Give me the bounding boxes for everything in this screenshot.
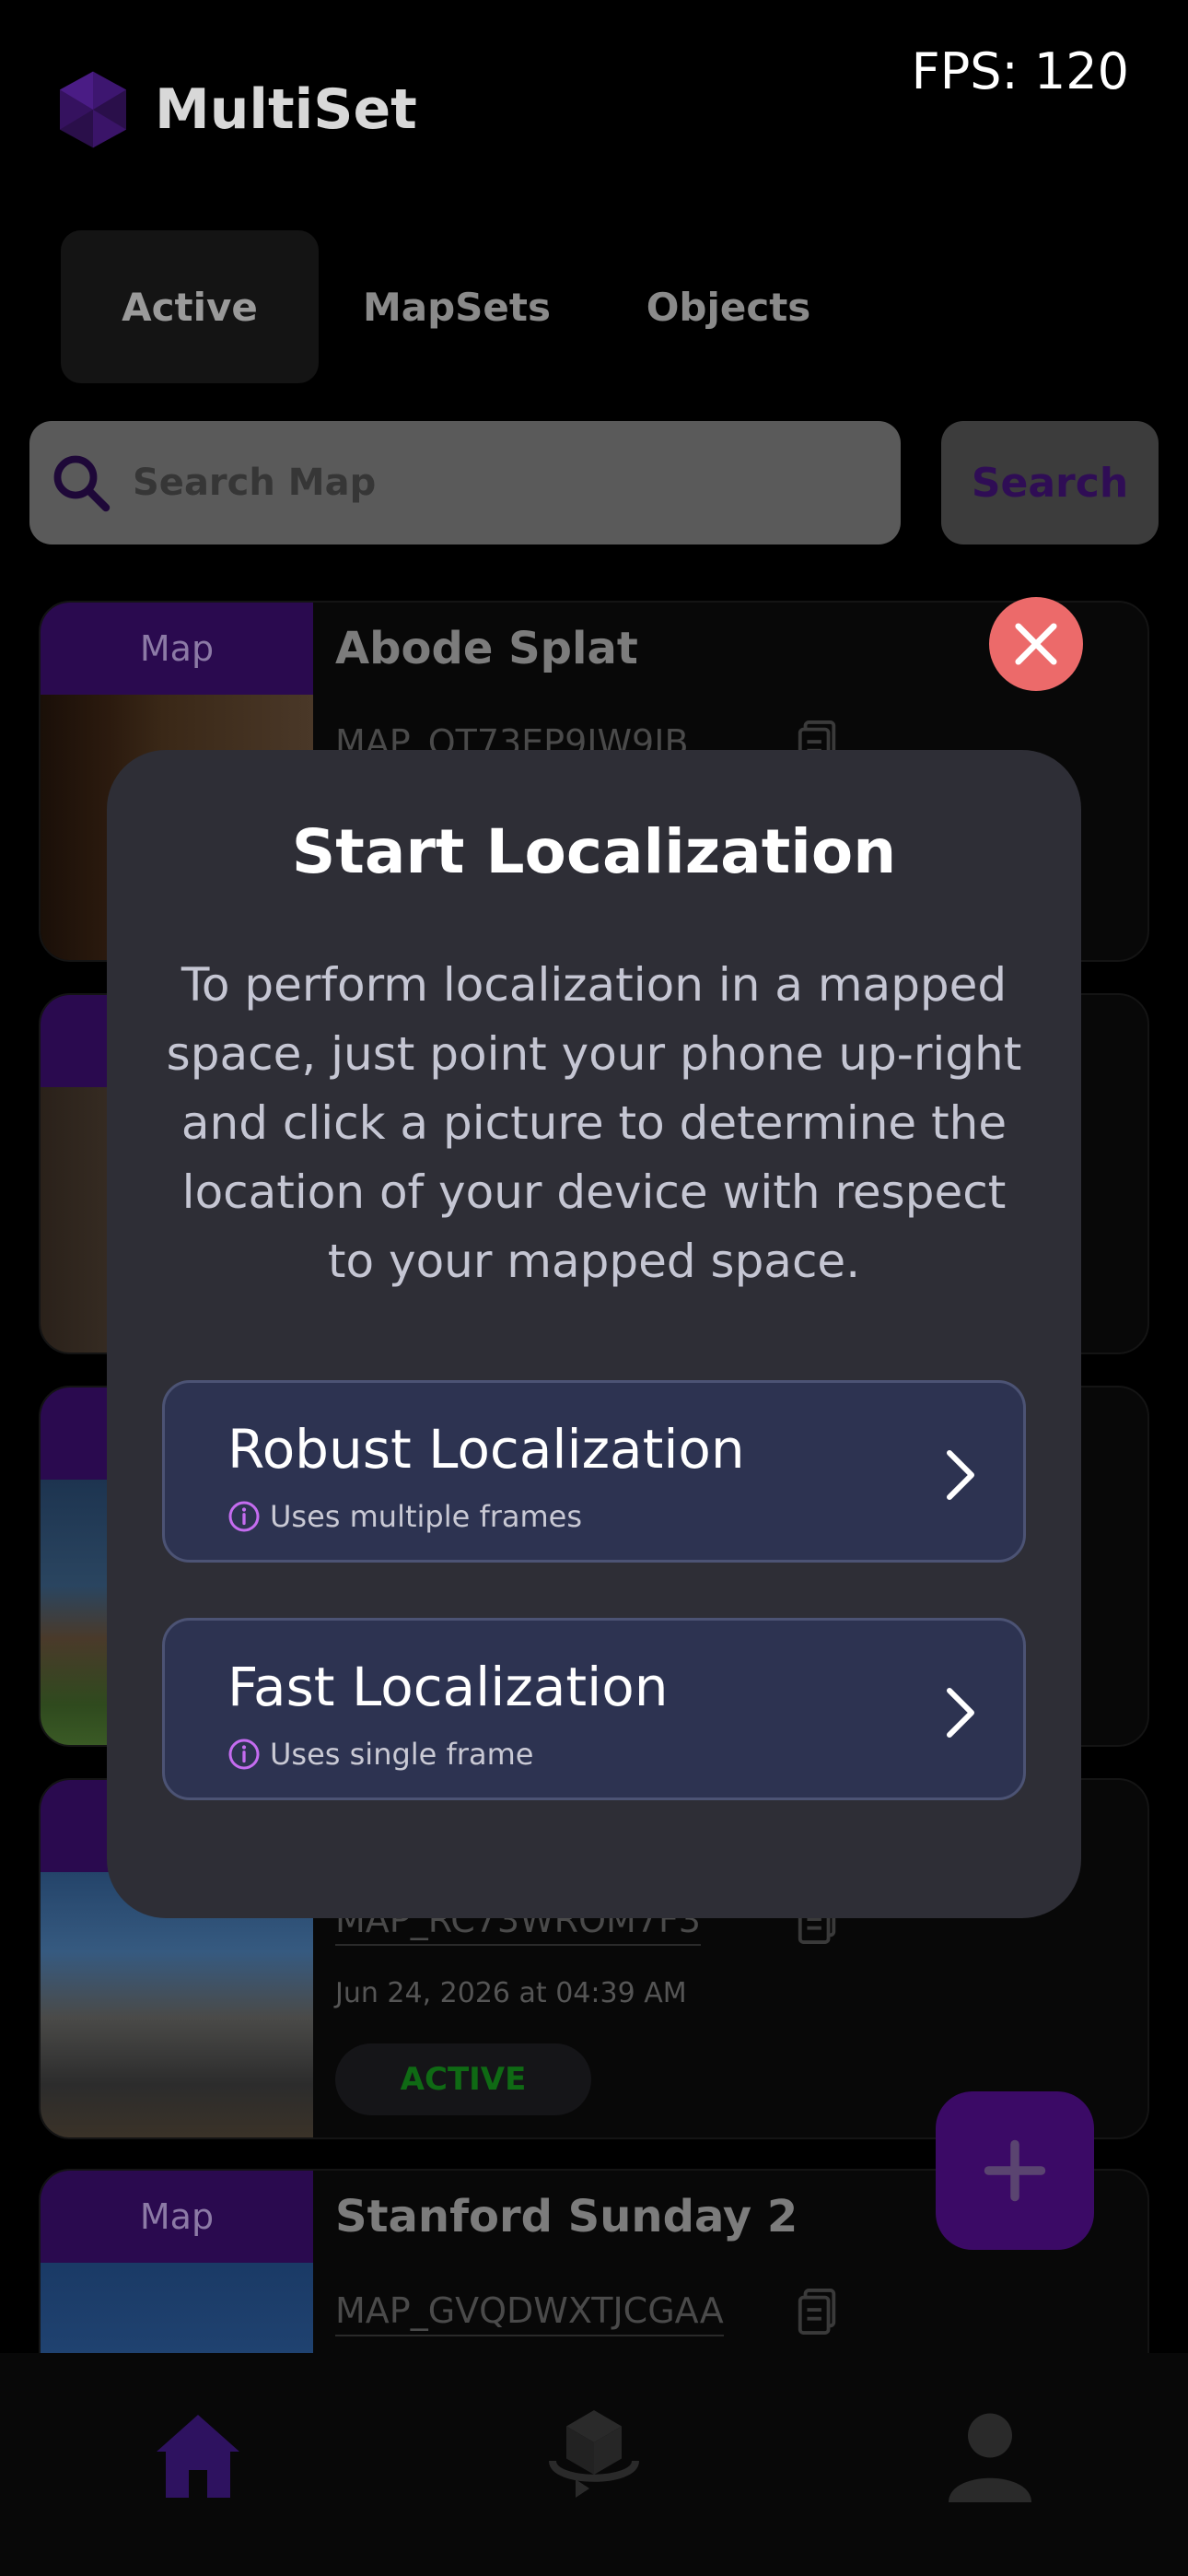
close-icon <box>1015 623 1057 665</box>
cube-rotate-icon <box>549 2410 639 2498</box>
chevron-right-icon <box>947 1450 974 1500</box>
nav-profile[interactable] <box>935 2401 1045 2512</box>
search-bar <box>29 421 901 544</box>
map-title: Stanford Sunday 2 <box>335 2191 798 2242</box>
plus-icon <box>984 2139 1046 2202</box>
home-icon <box>157 2415 239 2498</box>
tab-bar: Active MapSets Objects <box>61 230 862 383</box>
option-subtitle-text: Uses multiple frames <box>270 1499 583 1534</box>
app-screen: MultiSet FPS: 120 Active MapSets Objects… <box>0 0 1188 2576</box>
dialog-description: To perform localization in a mapped spac… <box>166 958 1022 1288</box>
option-subtitle: Uses multiple frames <box>227 1499 582 1534</box>
status-badge: ACTIVE <box>335 2043 591 2115</box>
map-tag: Map <box>41 603 313 695</box>
map-id: MAP_GVQDWXTJCGAA <box>335 2290 724 2336</box>
option-title: Fast Localization <box>227 1656 669 1718</box>
fps-counter: FPS: 120 <box>911 42 1129 100</box>
start-localization-dialog: Start Localization To perform localizati… <box>107 750 1081 1918</box>
add-map-button[interactable] <box>936 2091 1094 2250</box>
tab-objects[interactable]: Objects <box>595 230 862 383</box>
map-tag: Map <box>41 2171 313 2263</box>
info-icon <box>228 1739 260 1770</box>
bottom-nav <box>0 2353 1188 2576</box>
chevron-right-icon <box>947 1688 974 1738</box>
multiset-logo-icon <box>60 71 126 148</box>
robust-localization-button[interactable]: Robust Localization Uses multiple frames <box>162 1380 1026 1563</box>
info-icon <box>228 1501 260 1532</box>
tab-active[interactable]: Active <box>61 230 319 383</box>
search-icon <box>53 455 111 512</box>
close-dialog-button[interactable] <box>989 597 1083 691</box>
option-subtitle-text: Uses single frame <box>270 1737 534 1772</box>
search-input[interactable] <box>133 462 888 504</box>
map-title: Abode Splat <box>335 623 638 674</box>
tab-mapsets[interactable]: MapSets <box>319 230 595 383</box>
header: MultiSet FPS: 120 <box>0 0 1188 230</box>
app-logo: MultiSet <box>52 68 417 151</box>
map-date: Jun 24, 2026 at 04:39 AM <box>335 1977 687 2009</box>
option-title: Robust Localization <box>227 1418 745 1481</box>
fast-localization-button[interactable]: Fast Localization Uses single frame <box>162 1618 1026 1800</box>
copy-icon[interactable] <box>798 2289 838 2335</box>
user-icon <box>949 2413 1031 2502</box>
search-button[interactable]: Search <box>941 421 1159 544</box>
nav-objects[interactable] <box>539 2401 649 2512</box>
nav-home[interactable] <box>143 2401 253 2512</box>
dialog-title: Start Localization <box>291 816 897 887</box>
app-name: MultiSet <box>155 77 417 142</box>
option-subtitle: Uses single frame <box>227 1737 533 1772</box>
